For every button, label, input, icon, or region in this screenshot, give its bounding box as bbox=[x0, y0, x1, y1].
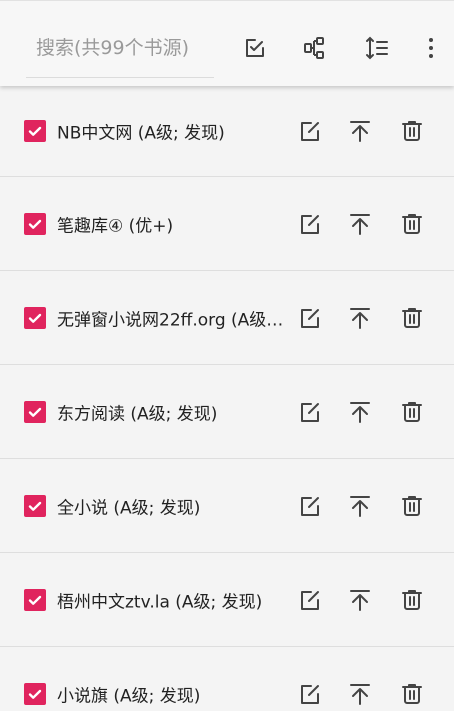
edit-icon[interactable] bbox=[297, 493, 323, 519]
move-to-top-icon[interactable] bbox=[347, 399, 373, 425]
delete-icon[interactable] bbox=[399, 118, 425, 144]
source-name: 无弹窗小说网22ff.org (A级… bbox=[57, 310, 284, 330]
list-item[interactable]: 笔趣库④ (优+) bbox=[0, 177, 454, 271]
checkbox[interactable] bbox=[24, 682, 46, 705]
select-all-icon[interactable] bbox=[240, 33, 270, 63]
sort-icon[interactable] bbox=[362, 33, 392, 63]
source-name: 小说旗 (A级; 发现) bbox=[57, 686, 201, 706]
delete-icon[interactable] bbox=[399, 399, 425, 425]
list-item[interactable]: 东方阅读 (A级; 发现) bbox=[0, 365, 454, 459]
delete-icon[interactable] bbox=[399, 587, 425, 613]
source-name: 笔趣库④ (优+) bbox=[57, 216, 174, 236]
delete-icon[interactable] bbox=[399, 493, 425, 519]
checkbox[interactable] bbox=[24, 400, 46, 423]
delete-icon[interactable] bbox=[399, 211, 425, 237]
more-vert-icon[interactable] bbox=[416, 33, 446, 63]
edit-icon[interactable] bbox=[297, 399, 323, 425]
move-to-top-icon[interactable] bbox=[347, 681, 373, 707]
edit-icon[interactable] bbox=[297, 681, 323, 707]
list-item[interactable]: 无弹窗小说网22ff.org (A级… bbox=[0, 271, 454, 365]
source-name: 东方阅读 (A级; 发现) bbox=[57, 404, 218, 424]
group-icon[interactable] bbox=[300, 33, 330, 63]
search-box[interactable] bbox=[26, 23, 214, 78]
list-item[interactable]: 全小说 (A级; 发现) bbox=[0, 459, 454, 553]
source-list: NB中文网 (A级; 发现) 笔趣库④ (优+) 无弹窗小说网22ff.org … bbox=[0, 86, 454, 711]
checkbox[interactable] bbox=[24, 120, 46, 142]
checkbox[interactable] bbox=[24, 212, 46, 235]
delete-icon[interactable] bbox=[399, 305, 425, 331]
edit-icon[interactable] bbox=[297, 118, 323, 144]
move-to-top-icon[interactable] bbox=[347, 587, 373, 613]
edit-icon[interactable] bbox=[297, 305, 323, 331]
checkbox[interactable] bbox=[24, 588, 46, 611]
list-item[interactable]: 小说旗 (A级; 发现) bbox=[0, 647, 454, 711]
edit-icon[interactable] bbox=[297, 587, 323, 613]
source-name: 梧州中文ztv.la (A级; 发现) bbox=[57, 592, 263, 612]
search-input[interactable] bbox=[26, 23, 214, 73]
checkbox[interactable] bbox=[24, 494, 46, 517]
move-to-top-icon[interactable] bbox=[347, 118, 373, 144]
source-name: NB中文网 (A级; 发现) bbox=[57, 123, 225, 144]
move-to-top-icon[interactable] bbox=[347, 305, 373, 331]
delete-icon[interactable] bbox=[399, 681, 425, 707]
top-toolbar bbox=[0, 0, 454, 86]
list-item[interactable]: 梧州中文ztv.la (A级; 发现) bbox=[0, 553, 454, 647]
edit-icon[interactable] bbox=[297, 211, 323, 237]
move-to-top-icon[interactable] bbox=[347, 211, 373, 237]
checkbox[interactable] bbox=[24, 306, 46, 329]
list-item[interactable]: NB中文网 (A级; 发现) bbox=[0, 86, 454, 177]
source-name: 全小说 (A级; 发现) bbox=[57, 498, 201, 518]
move-to-top-icon[interactable] bbox=[347, 493, 373, 519]
